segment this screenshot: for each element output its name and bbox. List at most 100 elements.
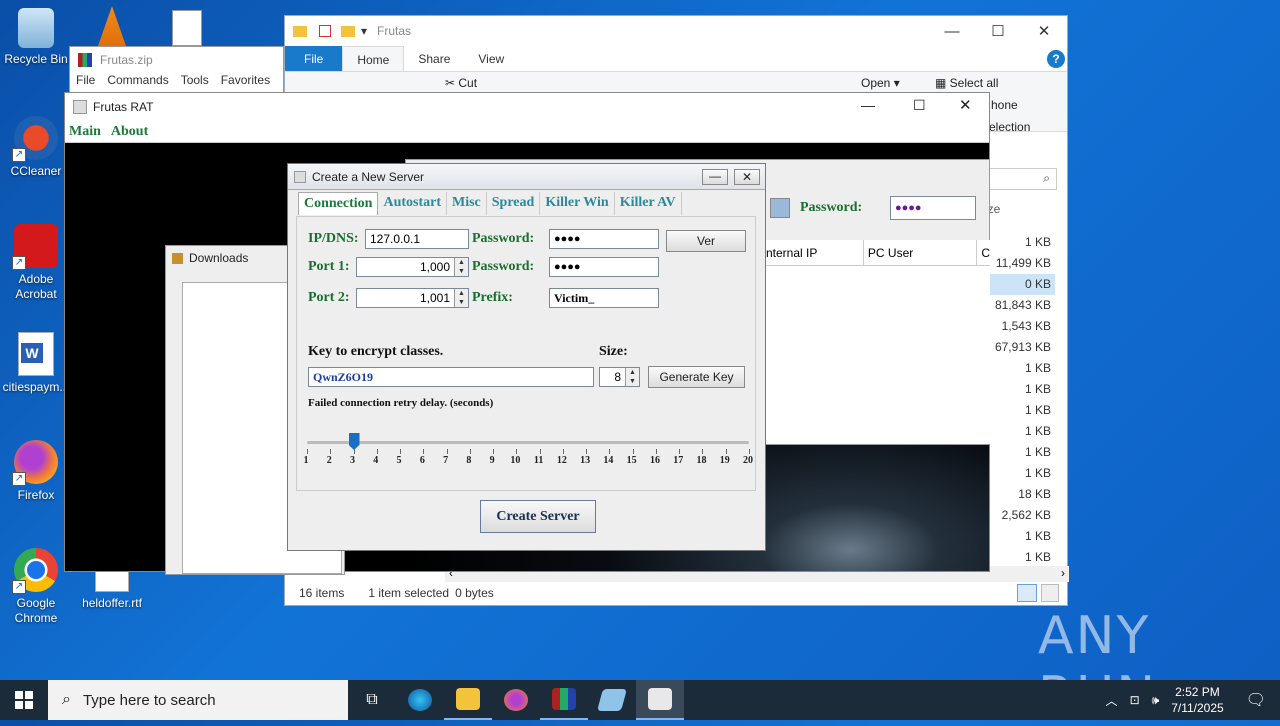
clock[interactable]: 2:52 PM 7/11/2025 — [1171, 684, 1224, 716]
maximize-button[interactable]: ☐ — [913, 97, 926, 114]
status-selected: 1 item selected — [368, 586, 450, 600]
password-field[interactable]: ●●●● — [549, 229, 659, 249]
slider-tick-label: 8 — [466, 455, 472, 466]
tab-file[interactable]: File — [285, 46, 343, 71]
dialog-minimize-button[interactable]: — — [702, 169, 728, 185]
port2-spinner[interactable]: 1,001 ▲ ▼ — [356, 288, 469, 308]
tab-killer-win[interactable]: Killer Win — [540, 192, 615, 215]
desktop-icon-chrome[interactable]: ↗ Google Chrome — [0, 548, 72, 626]
properties-icon[interactable] — [319, 25, 331, 37]
slider-tick-mark — [702, 449, 704, 454]
slider-tick-label: 2 — [326, 455, 332, 466]
image-icon — [770, 198, 790, 218]
col-pc-user[interactable]: PC User — [864, 240, 978, 265]
menu-tools[interactable]: Tools — [181, 73, 209, 87]
tab-spread[interactable]: Spread — [487, 192, 541, 215]
image-file-icon[interactable] — [172, 10, 202, 46]
open-button[interactable]: Open ▾ — [861, 76, 900, 90]
tab-share[interactable]: Share — [404, 46, 464, 71]
shortcut-arrow-icon: ↗ — [12, 472, 26, 486]
spinner-arrows-icon[interactable]: ▲ ▼ — [454, 289, 468, 307]
tab-autostart[interactable]: Autostart — [378, 192, 447, 215]
menu-favorites[interactable]: Favorites — [221, 73, 270, 87]
tab-misc[interactable]: Misc — [447, 192, 487, 215]
network-icon[interactable]: ⊡ — [1130, 693, 1140, 707]
clients-password-field[interactable]: ●●●● — [890, 196, 976, 220]
desktop-icon-label: heldoffer.rtf — [82, 596, 142, 610]
close-button[interactable]: ✕ — [959, 96, 972, 114]
generate-key-button[interactable]: Generate Key — [648, 366, 745, 388]
notepad-icon — [597, 689, 627, 711]
spinner-arrows-icon[interactable]: ▲ ▼ — [625, 368, 639, 386]
new-folder-icon[interactable] — [341, 25, 355, 37]
slider-tick-mark — [400, 449, 402, 454]
clients-table[interactable] — [766, 266, 990, 444]
scroll-right-icon[interactable]: › — [1061, 566, 1065, 580]
ip-field[interactable]: 127.0.0.1 — [365, 229, 469, 249]
notifications-icon[interactable]: 🗨 — [1246, 690, 1266, 710]
key-size-spinner[interactable]: 8 ▲ ▼ — [599, 367, 640, 387]
java-icon — [73, 100, 87, 114]
ver-button[interactable]: Ver — [666, 230, 746, 252]
taskbar-winrar[interactable] — [540, 680, 588, 720]
desktop-icon-adobe-acrobat[interactable]: ↗ Adobe Acrobat — [0, 224, 72, 302]
chevron-up-icon[interactable]: ︿ — [1106, 692, 1118, 709]
tab-connection[interactable]: Connection — [298, 192, 379, 215]
explorer-title: Frutas — [377, 24, 412, 38]
ribbon-tabs: File Home Share View ? — [285, 46, 1067, 72]
taskbar-edge[interactable] — [396, 680, 444, 720]
search-box[interactable]: ⌕ — [989, 168, 1057, 190]
minimize-button[interactable]: — — [929, 16, 975, 46]
vlc-icon[interactable] — [98, 6, 126, 46]
dialog-close-button[interactable]: ✕ — [734, 169, 760, 185]
desktop-icon-firefox[interactable]: ↗ Firefox — [0, 440, 72, 503]
tab-view[interactable]: View — [464, 46, 518, 71]
desktop-icon-ccleaner[interactable]: ↗ CCleaner — [0, 116, 72, 179]
tab-home[interactable]: Home — [342, 46, 405, 71]
start-button[interactable] — [0, 680, 48, 720]
close-button[interactable]: ✕ — [1021, 16, 1067, 46]
desktop-icon-word-doc[interactable]: W citiespaym... — [0, 332, 72, 395]
menu-about[interactable]: About — [111, 124, 148, 140]
firefox-icon: ↗ — [12, 440, 58, 486]
menu-main[interactable]: Main — [69, 124, 101, 140]
large-icons-view-icon[interactable] — [1041, 584, 1059, 602]
menu-commands[interactable]: Commands — [107, 73, 168, 87]
password2-field[interactable]: ●●●● — [549, 257, 659, 277]
ip-label: IP/DNS: — [308, 231, 359, 246]
slider-tick-label: 13 — [580, 455, 591, 466]
help-icon[interactable]: ? — [1047, 50, 1065, 68]
search-placeholder: Type here to search — [82, 691, 216, 709]
col-extra[interactable]: C — [977, 240, 990, 265]
taskbar-explorer[interactable] — [444, 680, 492, 720]
slider-track — [307, 441, 749, 444]
invert-selection-button[interactable]: election — [989, 120, 1030, 134]
key-field[interactable]: QwnZ6O19 — [308, 367, 594, 387]
tab-killer-av[interactable]: Killer AV — [615, 192, 682, 215]
spinner-arrows-icon[interactable]: ▲ ▼ — [454, 258, 468, 276]
create-server-button[interactable]: Create Server — [480, 500, 596, 533]
minimize-button[interactable]: — — [861, 97, 875, 113]
slider-tick-mark — [376, 449, 378, 454]
maximize-button[interactable]: ☐ — [975, 16, 1021, 46]
port1-spinner[interactable]: 1,000 ▲ ▼ — [356, 257, 469, 277]
size-label: Size: — [599, 344, 628, 359]
taskbar-notepad[interactable] — [588, 680, 636, 720]
taskbar-java[interactable] — [636, 680, 684, 720]
prefix-field[interactable]: Victim_ — [549, 288, 659, 308]
col-internal-ip[interactable]: nternal IP — [766, 240, 864, 265]
desktop-icon-recycle-bin[interactable]: Recycle Bin — [0, 8, 72, 67]
select-all-button[interactable]: ▦ Select all — [935, 76, 998, 90]
task-view-button[interactable]: ⧉ — [348, 680, 396, 720]
select-none-button[interactable]: hone — [991, 98, 1018, 112]
speaker-icon[interactable]: 🕪 — [1152, 693, 1160, 708]
menu-file[interactable]: File — [76, 73, 95, 87]
taskbar-firefox[interactable] — [492, 680, 540, 720]
chevron-down-icon[interactable]: ▾ — [361, 24, 367, 38]
cut-button[interactable]: ✂ Cut — [445, 76, 477, 90]
slider-tick-label: 12 — [556, 455, 567, 466]
details-view-icon[interactable] — [1017, 584, 1037, 602]
taskbar-search[interactable]: ⌕ Type here to search — [48, 680, 348, 720]
slider-tick-mark — [586, 449, 588, 454]
slider-thumb[interactable] — [348, 433, 360, 450]
